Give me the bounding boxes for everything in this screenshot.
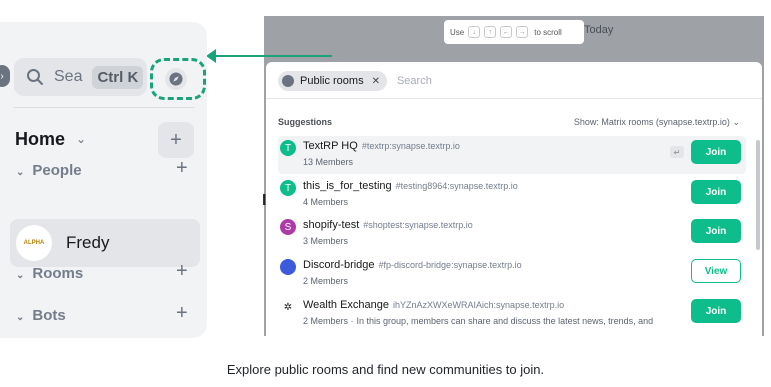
search-label: Sea xyxy=(54,68,83,85)
room-members: 3 Members xyxy=(303,236,349,246)
dialog-search-bar[interactable]: Public rooms ✕ Search xyxy=(278,70,748,92)
room-members: 2 Members · xyxy=(303,316,354,326)
room-members: 4 Members xyxy=(303,197,349,207)
public-rooms-chip[interactable]: Public rooms ✕ xyxy=(278,71,387,91)
sidebar-divider xyxy=(14,107,194,108)
room-topic: In this group, members can share and dis… xyxy=(356,316,654,326)
dialog-scrollbar[interactable] xyxy=(756,140,760,250)
room-avatar: S xyxy=(280,219,296,235)
arrow-left-key-icon: ← xyxy=(500,26,513,38)
annotation-arrow-line xyxy=(214,55,332,57)
collapse-sidebar-icon[interactable]: › xyxy=(0,65,10,87)
caption: Explore public rooms and find new commun… xyxy=(226,362,545,377)
server-selector[interactable]: Show: Matrix rooms (synapse.textrp.io) ⌄ xyxy=(574,117,740,128)
annotation-arrow-head xyxy=(206,49,216,63)
dialog-divider xyxy=(266,98,762,99)
join-button[interactable]: Join xyxy=(691,140,741,164)
room-alias: #testing8964:synapse.textrp.io xyxy=(395,181,518,191)
room-row[interactable]: T this_is_for_testing #testing8964:synaps… xyxy=(278,176,746,214)
add-button[interactable]: + xyxy=(158,122,194,158)
room-name: Wealth Exchange xyxy=(303,299,390,311)
room-row[interactable]: T TextRP HQ #textrp:synapse.textrp.io 13 … xyxy=(278,136,746,174)
section-label: Bots xyxy=(32,307,66,324)
dialog-search-input[interactable]: Search xyxy=(397,75,432,87)
room-members-topic: 2 Members · In this group, members can sh… xyxy=(303,316,653,326)
timeline-date-separator: Today xyxy=(584,24,614,36)
room-alias: #fp-discord-bridge:synapse.textrp.io xyxy=(378,260,522,270)
add-room-button[interactable]: + xyxy=(176,260,188,283)
scroll-hint-use: Use xyxy=(450,27,465,37)
join-button[interactable]: Join xyxy=(691,180,741,204)
room-row[interactable]: ✲ Wealth Exchange ihYZnAzXWXeWRAIAich:syn… xyxy=(278,295,746,333)
room-name: this_is_for_testing xyxy=(303,180,392,192)
scroll-hint: Use ↓ ↑ ← → to scroll xyxy=(444,20,584,44)
scroll-hint-suffix: to scroll xyxy=(534,27,562,37)
compass-icon xyxy=(282,75,294,87)
add-bot-button[interactable]: + xyxy=(176,302,188,325)
room-name-line: Wealth Exchange ihYZnAzXWXeWRAIAich:synap… xyxy=(303,299,564,311)
explore-rooms-button[interactable] xyxy=(165,68,187,90)
section-rooms[interactable]: ⌄ Rooms xyxy=(16,265,83,282)
home-label[interactable]: Home xyxy=(15,129,65,150)
sidebar-search[interactable]: Sea Ctrl K xyxy=(14,58,147,96)
room-members: 2 Members xyxy=(303,276,349,286)
chevron-down-icon: ⌄ xyxy=(16,312,25,323)
section-people[interactable]: ⌄ People xyxy=(16,162,82,179)
room-name-line: Discord-bridge #fp-discord-bridge:synapse… xyxy=(303,259,522,271)
chevron-down-icon: ⌄ xyxy=(732,117,740,127)
arrow-right-key-icon: → xyxy=(516,26,529,38)
room-name: TextRP HQ xyxy=(303,140,358,152)
room-row[interactable]: Discord-bridge #fp-discord-bridge:synapse… xyxy=(278,255,746,293)
room-alias: #shoptest:synapse.textrp.io xyxy=(363,220,473,230)
join-button[interactable]: Join xyxy=(691,219,741,243)
room-name: Discord-bridge xyxy=(303,259,375,271)
section-label: Rooms xyxy=(32,265,84,282)
chevron-down-icon: ⌄ xyxy=(16,270,25,281)
room-alias: #textrp:synapse.textrp.io xyxy=(361,141,460,151)
arrow-up-key-icon: ↑ xyxy=(484,26,497,38)
screenshot-root: Today I Use ↓ ↑ ← → to scroll Public roo… xyxy=(0,0,771,387)
room-members: 13 Members xyxy=(303,157,354,167)
view-button[interactable]: View xyxy=(691,259,741,283)
compass-icon xyxy=(169,72,183,86)
dm-name: Fredy xyxy=(66,233,110,252)
enter-key-icon: ↵ xyxy=(670,146,684,158)
avatar: ALPHA xyxy=(16,225,52,261)
chevron-down-icon: ⌄ xyxy=(16,167,25,178)
room-avatar: T xyxy=(280,140,296,156)
join-button[interactable]: Join xyxy=(691,299,741,323)
search-icon xyxy=(27,69,43,85)
suggestions-heading: Suggestions xyxy=(278,117,333,127)
room-avatar: ✲ xyxy=(280,299,296,315)
room-name-line: this_is_for_testing #testing8964:synapse.… xyxy=(303,180,518,192)
add-people-button[interactable]: + xyxy=(176,157,188,180)
room-name-line: shopify-test #shoptest:synapse.textrp.io xyxy=(303,219,473,231)
section-label: People xyxy=(32,162,82,179)
dm-fredy[interactable]: ALPHA Fredy xyxy=(10,219,200,267)
room-name: shopify-test xyxy=(303,219,360,231)
arrow-down-key-icon: ↓ xyxy=(468,26,481,38)
chevron-down-icon[interactable]: ⌄ xyxy=(76,132,86,146)
room-avatar xyxy=(280,259,296,275)
section-bots[interactable]: ⌄ Bots xyxy=(16,307,66,324)
chip-close-icon[interactable]: ✕ xyxy=(372,76,380,87)
explore-rooms-dialog: Public rooms ✕ Search Suggestions Show: … xyxy=(266,62,762,336)
server-selector-label: Show: Matrix rooms (synapse.textrp.io) xyxy=(573,117,730,127)
room-name-line: TextRP HQ #textrp:synapse.textrp.io xyxy=(303,140,460,152)
room-alias: ihYZnAzXWXeWRAIAich:synapse.textrp.io xyxy=(393,300,565,310)
room-avatar: T xyxy=(280,180,296,196)
public-rooms-chip-label: Public rooms xyxy=(300,75,364,87)
search-shortcut: Ctrl K xyxy=(92,65,144,89)
room-row[interactable]: S shopify-test #shoptest:synapse.textrp.i… xyxy=(278,215,746,253)
left-sidebar: › Sea Ctrl K Home ⌄ + ⌄ People + ALPHA Fr… xyxy=(0,22,207,338)
